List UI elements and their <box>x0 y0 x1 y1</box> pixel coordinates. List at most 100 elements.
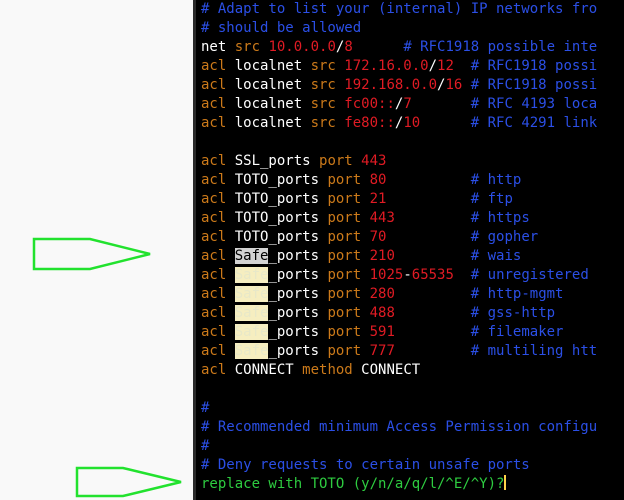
search-match-highlight: Safe <box>234 343 269 359</box>
terminal-token: 70 <box>369 229 387 245</box>
terminal-token: acl <box>201 153 235 169</box>
search-match-highlight: Safe <box>234 267 269 283</box>
terminal-line: acl localnet src 192.168.0.0/16 # RFC191… <box>201 76 597 95</box>
search-match-highlight: Safe <box>234 286 269 302</box>
terminal-token: acl <box>201 248 235 264</box>
terminal-token: # Adapt to list your (internal) IP netwo… <box>201 1 598 17</box>
terminal-token: 65535 <box>411 267 454 283</box>
terminal-token: 488 <box>369 305 395 321</box>
search-match-highlight: Safe <box>234 305 269 321</box>
terminal-token: localnet <box>234 77 311 93</box>
terminal-token: # RFC1918 possi <box>470 58 598 74</box>
terminal-token: CONNECT <box>361 362 421 378</box>
terminal-token: port <box>327 324 370 340</box>
terminal-token: acl <box>201 343 235 359</box>
terminal-token: src <box>310 58 345 74</box>
terminal-line: net src 10.0.0.0/8 # RFC1918 possible in… <box>201 38 597 57</box>
terminal-token: acl <box>201 305 235 321</box>
terminal-token: _ports <box>268 324 328 340</box>
terminal-line: acl Safe_ports port 1025-65535 # unregis… <box>201 266 597 285</box>
terminal-line: # Adapt to list your (internal) IP netwo… <box>201 0 597 19</box>
terminal-token: 12 <box>437 58 454 74</box>
terminal-token: src <box>234 39 269 55</box>
terminal-token: # should be allowed <box>201 20 362 36</box>
terminal-token: 8 <box>344 39 353 55</box>
terminal-window[interactable]: # Adapt to list your (internal) IP netwo… <box>193 0 624 500</box>
terminal-token: _ports <box>268 248 328 264</box>
terminal-token: localnet <box>234 96 311 112</box>
terminal-line: acl Safe_ports port 210 # wais <box>201 247 597 266</box>
annotation-arrow-icon <box>75 466 182 498</box>
terminal-line: acl localnet src fe80::/10 # RFC 4291 li… <box>201 114 597 133</box>
terminal-token: acl <box>201 362 235 378</box>
terminal-token: 280 <box>369 286 395 302</box>
terminal-token: fe80:: <box>344 115 395 131</box>
terminal-token: port <box>327 286 370 302</box>
text-cursor <box>504 475 507 490</box>
terminal-token: CONNECT <box>234 362 303 378</box>
terminal-line: # should be allowed <box>201 19 597 38</box>
terminal-token: 591 <box>369 324 395 340</box>
terminal-token: 443 <box>361 153 387 169</box>
terminal-line: acl TOTO_ports port 443 # https <box>201 209 597 228</box>
current-match-highlight: Safe <box>234 248 269 264</box>
terminal-token: acl <box>201 58 235 74</box>
terminal-token: src <box>310 77 345 93</box>
terminal-token: 16 <box>445 77 463 93</box>
terminal-token: fc00:: <box>344 96 395 112</box>
terminal-token: acl <box>201 77 235 93</box>
terminal-token: acl <box>201 229 235 245</box>
terminal-token: port <box>327 267 370 283</box>
terminal-line: acl Safe_ports port 777 # multiling htt <box>201 342 597 361</box>
terminal-token: port <box>319 153 362 169</box>
terminal-token: # RFC 4291 link <box>470 115 598 131</box>
terminal-token: # multiling htt <box>470 343 598 359</box>
replace-prompt-text: replace with TOTO (y/n/a/q/l/^E/^Y)? <box>201 476 505 492</box>
terminal-token: SSL_ports <box>234 153 320 169</box>
terminal-line: acl localnet src 172.16.0.0/12 # RFC1918… <box>201 57 597 76</box>
terminal-line: acl TOTO_ports port 80 # http <box>201 171 597 190</box>
terminal-token: port <box>327 229 370 245</box>
terminal-line: # Deny requests to certain unsafe ports <box>201 456 597 475</box>
terminal-token: TOTO_ports <box>234 210 328 226</box>
terminal-token: # RFC1918 possible inte <box>403 39 598 55</box>
terminal-token: 172.16.0.0 <box>344 58 429 74</box>
terminal-line: acl SSL_ports port 443 <box>201 152 597 171</box>
terminal-token: # RFC 4193 loca <box>470 96 598 112</box>
terminal-token: acl <box>201 96 235 112</box>
terminal-line: acl Safe_ports port 488 # gss-http <box>201 304 597 323</box>
terminal-token: 210 <box>369 248 395 264</box>
terminal-token: # gss-http <box>470 305 556 321</box>
terminal-line: acl TOTO_ports port 70 # gopher <box>201 228 597 247</box>
terminal-token: 80 <box>369 172 387 188</box>
terminal-token: # filemaker <box>470 324 564 340</box>
terminal-line: acl TOTO_ports port 21 # ftp <box>201 190 597 209</box>
terminal-token: # RFC1918 possi <box>470 77 598 93</box>
terminal-token: acl <box>201 172 235 188</box>
terminal-token: # gopher <box>470 229 539 245</box>
terminal-token: port <box>327 305 370 321</box>
terminal-token: acl <box>201 191 235 207</box>
terminal-token: # http-mgmt <box>470 286 564 302</box>
terminal-border <box>193 0 196 500</box>
terminal-token: acl <box>201 115 235 131</box>
terminal-token: TOTO_ports <box>234 191 328 207</box>
replace-prompt[interactable]: replace with TOTO (y/n/a/q/l/^E/^Y)? <box>201 475 597 494</box>
terminal-token: _ports <box>268 343 328 359</box>
terminal-token: localnet <box>234 115 311 131</box>
terminal-token: 7 <box>403 96 412 112</box>
terminal-token: port <box>327 248 370 264</box>
terminal-token: localnet <box>234 58 311 74</box>
terminal-token: _ports <box>268 286 328 302</box>
search-match-highlight: Safe <box>234 324 269 340</box>
